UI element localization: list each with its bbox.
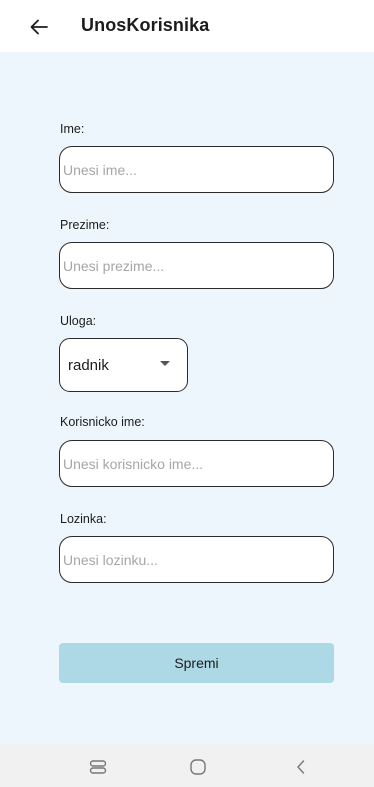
prezime-label: Prezime:: [60, 218, 110, 232]
home-button[interactable]: [185, 754, 211, 780]
korisnicko-ime-label: Korisnicko ime:: [60, 415, 145, 429]
korisnicko-ime-input[interactable]: [63, 441, 328, 486]
save-button[interactable]: Spremi: [59, 643, 334, 683]
lozinka-input[interactable]: [63, 537, 328, 582]
ime-label: Ime:: [60, 122, 85, 136]
ime-field[interactable]: [59, 146, 334, 193]
uloga-label: Uloga:: [60, 314, 97, 328]
ime-input[interactable]: [63, 147, 328, 192]
recent-apps-icon: [89, 760, 107, 774]
lozinka-label: Lozinka:: [60, 512, 107, 526]
page-title: UnosKorisnika: [81, 15, 210, 35]
prezime-field[interactable]: [59, 242, 334, 289]
app-bar: UnosKorisnika: [0, 0, 374, 52]
prezime-input[interactable]: [63, 243, 328, 288]
system-nav-bar: [0, 744, 374, 787]
korisnicko-ime-field[interactable]: [59, 440, 334, 487]
back-nav-icon: [297, 760, 305, 774]
home-icon: [190, 759, 206, 775]
dropdown-arrow-icon: [160, 361, 170, 366]
uloga-dropdown[interactable]: radnik: [59, 338, 188, 392]
lozinka-field[interactable]: [59, 536, 334, 583]
recent-apps-button[interactable]: [85, 754, 111, 780]
uloga-selected-value: radnik: [68, 357, 109, 374]
arrow-left-icon: [30, 19, 48, 35]
back-button[interactable]: [26, 14, 52, 40]
system-back-button[interactable]: [288, 754, 314, 780]
